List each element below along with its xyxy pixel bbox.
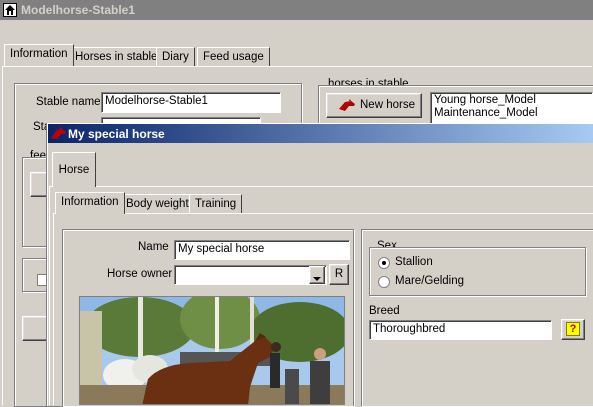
- tab-information[interactable]: Information: [4, 44, 74, 66]
- main-window-titlebar[interactable]: Modelhorse-Stable1: [0, 0, 593, 20]
- name-label: Name: [138, 241, 169, 253]
- horse-owner-select[interactable]: [174, 265, 327, 285]
- tab-feed-usage[interactable]: Feed usage: [197, 47, 270, 66]
- breed-label: Breed: [369, 305, 400, 317]
- tab-training[interactable]: Training: [189, 194, 243, 213]
- tab-label: Information: [61, 196, 119, 208]
- horse-head-icon: [50, 126, 68, 144]
- tab-label: Training: [195, 198, 237, 210]
- main-window-title: Modelhorse-Stable1: [21, 3, 136, 17]
- sex-group: [369, 247, 586, 296]
- stable-name-field[interactable]: Modelhorse-Stable1: [101, 92, 281, 113]
- new-horse-button[interactable]: New horse: [326, 93, 422, 118]
- list-item[interactable]: Young horse_Model: [434, 94, 589, 107]
- horse-owner-dropdown[interactable]: [309, 266, 325, 284]
- horse-owner-label: Horse owner: [107, 268, 173, 280]
- list-item[interactable]: Maintenance_Model: [434, 107, 589, 120]
- tab-label: Horse: [58, 164, 90, 176]
- owner-r-button[interactable]: R: [329, 264, 349, 285]
- breed-help-button[interactable]: ?: [561, 319, 585, 340]
- breed-field[interactable]: Thoroughbred: [369, 320, 552, 340]
- tab-label: Horses in stable: [75, 51, 158, 63]
- tab-label: Information: [10, 48, 68, 60]
- tab-horse[interactable]: Horse: [52, 152, 96, 187]
- mare-gelding-label[interactable]: Mare/Gelding: [395, 275, 464, 287]
- help-icon: ?: [566, 322, 580, 336]
- owner-r-label: R: [334, 268, 344, 280]
- stallion-label[interactable]: Stallion: [395, 256, 433, 268]
- stable-name-label: Stable name: [36, 96, 101, 108]
- dialog-title: My special horse: [68, 127, 165, 141]
- name-field[interactable]: My special horse: [174, 240, 350, 260]
- tab-body-weight[interactable]: Body weight: [120, 194, 195, 213]
- stallion-radio[interactable]: [378, 257, 390, 269]
- tab-label: Diary: [162, 51, 189, 63]
- mare-gelding-radio[interactable]: [378, 276, 390, 288]
- tab-dialog-information[interactable]: Information: [55, 192, 125, 214]
- tab-label: Body weight: [126, 198, 189, 210]
- new-horse-label: New horse: [360, 99, 415, 111]
- horse-list[interactable]: Young horse_Model Maintenance_Model: [430, 92, 593, 125]
- horse-head-icon: [337, 99, 357, 116]
- chevron-down-icon: [313, 273, 321, 285]
- house-icon: [3, 3, 17, 17]
- tab-label: Feed usage: [203, 51, 264, 63]
- dialog-titlebar[interactable]: My special horse: [48, 124, 593, 143]
- horse-photo: [79, 296, 345, 405]
- tab-diary[interactable]: Diary: [156, 47, 195, 66]
- tab-horses-in-stable[interactable]: Horses in stable: [69, 47, 164, 66]
